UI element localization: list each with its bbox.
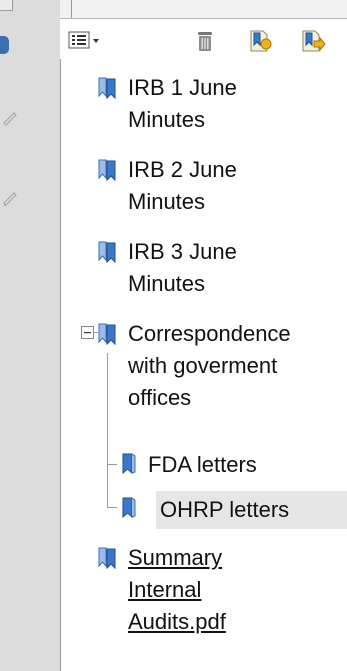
bookmark-label-line: Minutes [128,107,206,132]
options-menu-button[interactable] [68,29,102,53]
page-thumbnail-tab[interactable] [0,36,9,54]
bookmarks-toolbar [60,19,347,59]
bookmark-label-line: with goverment [128,353,278,378]
bookmark-fda-letters[interactable]: FDA letters [60,449,347,485]
bookmark-label-line: OHRP letters [160,497,290,522]
bookmark-icon [122,453,136,475]
bookmark-link-line[interactable]: Summary [128,542,222,573]
bookmark-ohrp-letters[interactable]: OHRP letters [60,491,347,529]
pencil-icon[interactable] [2,110,18,126]
panel-title-strip [60,0,347,19]
bookmark-label-line: IRB 2 June [128,157,237,182]
bookmark-icon [98,323,116,346]
signature-icon[interactable] [2,190,18,206]
bookmark-icon [122,497,136,519]
bookmark-label-line: offices [128,385,192,410]
bookmark-summary-internal-audits[interactable]: Summary Internal Audits.pdf [60,542,347,646]
bookmark-correspondence[interactable]: Correspondence with goverment offices [60,318,347,422]
bookmark-label-line: Minutes [128,189,206,214]
bookmark-icon [98,77,116,100]
navigation-pane-strip [0,0,61,671]
trash-icon [198,32,212,51]
delete-bookmark-button[interactable] [193,29,217,53]
bookmark-irb2[interactable]: IRB 2 June Minutes [60,154,347,222]
bookmark-label-line: IRB 1 June [128,75,237,100]
bookmark-icon [98,547,116,570]
bookmark-irb3[interactable]: IRB 3 June Minutes [60,236,347,304]
bookmark-label-line: FDA letters [148,452,257,477]
panel-divider [60,0,72,18]
expand-bookmark-icon [302,30,326,52]
expand-bookmark-button[interactable] [300,29,326,53]
new-bookmark-button[interactable] [248,29,274,53]
new-bookmark-icon [250,30,272,52]
bookmark-irb1[interactable]: IRB 1 June Minutes [60,72,347,140]
bookmark-link-line[interactable]: Audits.pdf [128,606,226,637]
bookmark-icon [98,159,116,182]
bookmark-label-line: Correspondence [128,321,291,346]
collapse-toggle-icon[interactable] [81,326,94,339]
options-menu-icon [68,31,99,49]
pane-tab-corner [0,0,13,11]
bookmark-icon [98,241,116,264]
bookmark-label-line: Minutes [128,271,206,296]
bookmark-label-line: IRB 3 June [128,239,237,264]
bookmark-link-line[interactable]: Internal [128,574,201,605]
